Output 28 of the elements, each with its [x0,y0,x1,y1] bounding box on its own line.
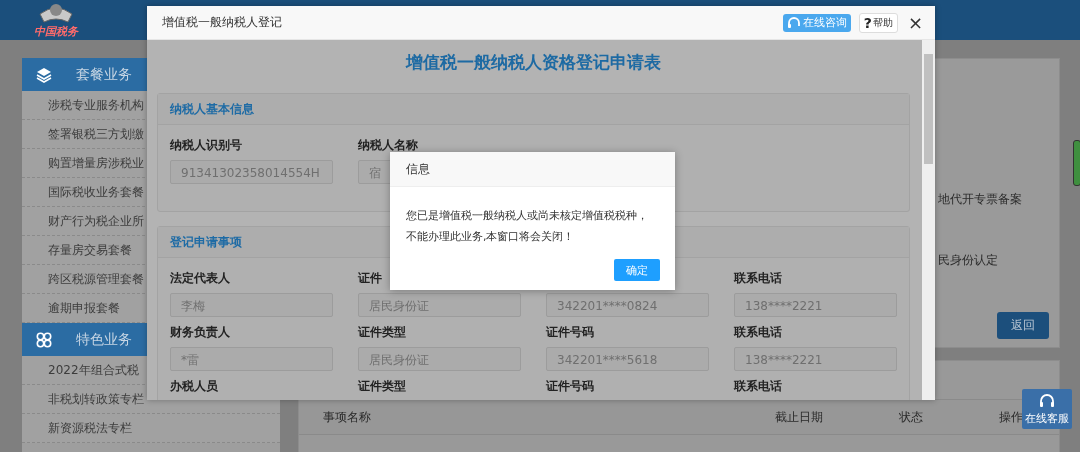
modal-title: 增值税一般纳税人登记 [162,14,282,31]
dialog-message: 不能办理此业务,本窗口将会关闭！ [406,229,576,245]
field-label: 证件类型 [358,324,407,340]
field-label: 联系电话 [734,324,783,340]
field-label: 联系电话 [734,270,783,286]
field-label: 证件号码 [546,324,595,340]
service-label: 在线客服 [1025,411,1069,426]
field-label: 证件 [358,270,383,286]
field-label: 证件号码 [546,378,595,394]
dialog-title: 信息 [390,152,675,187]
field-label: 办税人员 [170,378,219,394]
column-header: 截止日期 [775,408,824,426]
section-title: 套餐业务 [76,65,132,84]
column-header: 事项名称 [323,408,372,426]
field-label: 纳税人名称 [358,137,419,153]
field-label: 证件类型 [358,378,407,394]
form-heading: 增值税一般纳税人资格登记申请表 [404,51,662,74]
column-header: 操作 [999,408,1023,426]
field-label: 纳税人识别号 [170,137,243,153]
section-title: 特色业务 [76,330,132,349]
field-label: 法定代表人 [170,270,231,286]
field-label: 联系电话 [734,378,783,394]
dialog-message: 您已是增值税一般纳税人或尚未核定增值税税种， [406,208,649,224]
column-header: 状态 [899,408,924,426]
help-icon: ? [863,14,872,31]
logo-text: 中国税务 [34,24,78,39]
field-label: 财务负责人 [170,324,231,340]
section-title: 纳税人基本信息 [158,94,909,125]
